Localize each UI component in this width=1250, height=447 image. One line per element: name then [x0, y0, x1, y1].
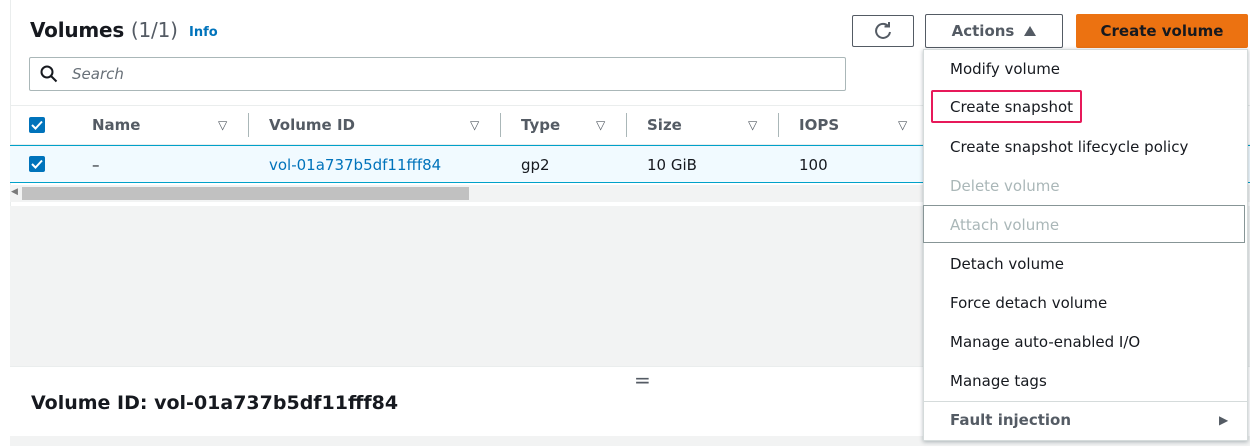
- menu-item-modify-volume[interactable]: Modify volume: [950, 60, 1060, 78]
- menu-item-manage-tags[interactable]: Manage tags: [950, 372, 1047, 390]
- sort-icon[interactable]: ▽: [596, 118, 605, 132]
- menu-divider: [923, 401, 1248, 402]
- menu-item-attach-volume: Attach volume: [950, 216, 1060, 234]
- menu-item-fault-injection[interactable]: Fault injection: [950, 411, 1071, 429]
- sort-icon[interactable]: ▽: [898, 118, 907, 132]
- cell-name: –: [92, 156, 100, 174]
- actions-button-label: Actions: [951, 22, 1015, 40]
- search-input[interactable]: [70, 64, 834, 84]
- details-title: Volume ID: vol-01a737b5df11fff84: [31, 392, 399, 414]
- cell-volume-id-link[interactable]: vol-01a737b5df11fff84: [269, 156, 441, 174]
- menu-item-manage-auto-enabled-io[interactable]: Manage auto-enabled I/O: [950, 333, 1140, 351]
- column-header-name[interactable]: Name: [92, 116, 140, 134]
- chevron-right-icon: ▶: [1219, 413, 1229, 427]
- caret-up-icon: [1024, 26, 1037, 36]
- search-box[interactable]: [29, 57, 846, 91]
- actions-button[interactable]: Actions: [925, 14, 1063, 48]
- sort-icon[interactable]: ▽: [748, 118, 757, 132]
- column-header-size[interactable]: Size: [647, 116, 682, 134]
- search-icon: [40, 65, 58, 83]
- menu-item-create-snapshot[interactable]: Create snapshot: [950, 98, 1073, 116]
- resize-handle-icon[interactable]: =: [634, 368, 651, 392]
- column-header-volume-id[interactable]: Volume ID: [269, 116, 355, 134]
- scrollbar-thumb[interactable]: [22, 187, 469, 200]
- column-divider[interactable]: [626, 113, 627, 137]
- sort-icon[interactable]: ▽: [470, 118, 479, 132]
- checkmark-icon: [31, 120, 43, 130]
- cell-iops: 100: [799, 156, 828, 174]
- page-title-text: Volumes: [30, 18, 125, 42]
- column-header-iops[interactable]: IOPS: [799, 116, 839, 134]
- scroll-left-icon[interactable]: ◀: [11, 187, 18, 197]
- volume-count: (1/1): [130, 18, 178, 42]
- column-divider[interactable]: [778, 113, 779, 137]
- select-all-checkbox[interactable]: [29, 117, 45, 133]
- refresh-icon: [875, 22, 891, 39]
- menu-item-create-snapshot-lifecycle-policy[interactable]: Create snapshot lifecycle policy: [950, 138, 1188, 156]
- checkmark-icon: [31, 159, 43, 169]
- menu-item-delete-volume: Delete volume: [950, 177, 1060, 195]
- row-checkbox[interactable]: [29, 156, 45, 172]
- menu-item-detach-volume[interactable]: Detach volume: [950, 255, 1064, 273]
- menu-item-force-detach-volume[interactable]: Force detach volume: [950, 294, 1107, 312]
- sort-icon[interactable]: ▽: [218, 118, 227, 132]
- info-link[interactable]: Info: [189, 25, 218, 40]
- column-header-type[interactable]: Type: [521, 116, 560, 134]
- page-title: Volumes (1/1): [30, 18, 178, 42]
- cell-type: gp2: [521, 156, 550, 174]
- column-divider[interactable]: [248, 113, 249, 137]
- column-divider[interactable]: [500, 113, 501, 137]
- refresh-button[interactable]: [852, 15, 914, 47]
- create-volume-button[interactable]: Create volume: [1076, 14, 1248, 48]
- cell-size: 10 GiB: [647, 156, 697, 174]
